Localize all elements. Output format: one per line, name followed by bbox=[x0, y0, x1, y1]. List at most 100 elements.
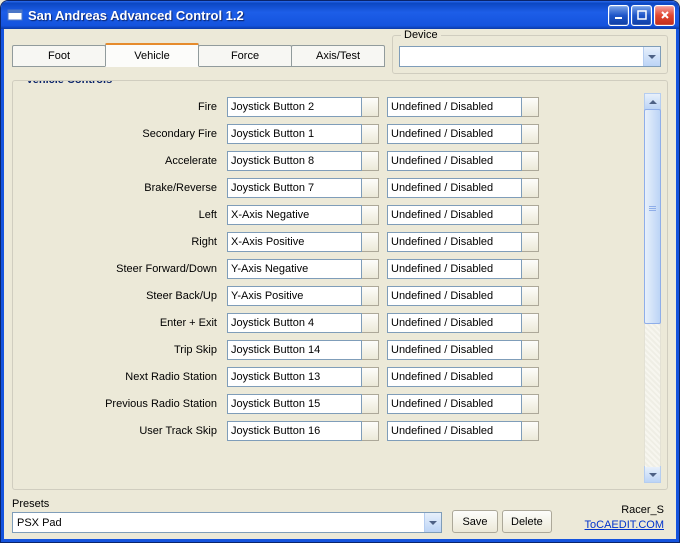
minimize-button[interactable] bbox=[608, 5, 629, 26]
device-label: Device bbox=[401, 29, 441, 41]
secondary-binding-field[interactable]: Undefined / Disabled bbox=[387, 367, 522, 387]
control-row: Fire Joystick Button 2 Undefined / Disable… bbox=[19, 93, 644, 120]
site-link[interactable]: ToCAEDIT.COM bbox=[585, 518, 664, 533]
window-buttons bbox=[608, 5, 675, 26]
primary-binding-field[interactable]: X-Axis Positive bbox=[227, 232, 362, 252]
control-label: Secondary Fire bbox=[19, 128, 219, 140]
clear-secondary-button[interactable] bbox=[522, 124, 539, 144]
clear-primary-button[interactable] bbox=[362, 394, 379, 414]
primary-binding-field[interactable]: Y-Axis Negative bbox=[227, 259, 362, 279]
secondary-binding-field[interactable]: Undefined / Disabled bbox=[387, 97, 522, 117]
control-row: User Track Skip Joystick Button 16 Undefin… bbox=[19, 417, 644, 444]
tab-strip: Foot Vehicle Force Axis/Test bbox=[12, 45, 384, 67]
scroll-down-button[interactable] bbox=[644, 466, 661, 483]
save-button[interactable]: Save bbox=[452, 510, 498, 533]
titlebar: San Andreas Advanced Control 1.2 bbox=[1, 1, 679, 29]
primary-binding-field[interactable]: Joystick Button 8 bbox=[227, 151, 362, 171]
secondary-binding-field[interactable]: Undefined / Disabled bbox=[387, 286, 522, 306]
secondary-binding-field[interactable]: Undefined / Disabled bbox=[387, 421, 522, 441]
clear-secondary-button[interactable] bbox=[522, 232, 539, 252]
clear-primary-button[interactable] bbox=[362, 205, 379, 225]
clear-secondary-button[interactable] bbox=[522, 178, 539, 198]
clear-primary-button[interactable] bbox=[362, 124, 379, 144]
chevron-down-icon[interactable] bbox=[643, 47, 660, 66]
client-area: Foot Vehicle Force Axis/Test Device Vehi… bbox=[1, 29, 679, 542]
delete-button[interactable]: Delete bbox=[502, 510, 552, 533]
secondary-binding-field[interactable]: Undefined / Disabled bbox=[387, 151, 522, 171]
control-label: Steer Back/Up bbox=[19, 290, 219, 302]
primary-binding-field[interactable]: Joystick Button 1 bbox=[227, 124, 362, 144]
secondary-binding-field[interactable]: Undefined / Disabled bbox=[387, 394, 522, 414]
primary-binding-field[interactable]: Joystick Button 13 bbox=[227, 367, 362, 387]
author-label: Racer_S bbox=[585, 503, 664, 518]
clear-secondary-button[interactable] bbox=[522, 97, 539, 117]
vertical-scrollbar[interactable] bbox=[644, 93, 661, 483]
secondary-binding-field[interactable]: Undefined / Disabled bbox=[387, 313, 522, 333]
clear-secondary-button[interactable] bbox=[522, 151, 539, 171]
primary-binding-field[interactable]: X-Axis Negative bbox=[227, 205, 362, 225]
clear-secondary-button[interactable] bbox=[522, 259, 539, 279]
control-row: Brake/Reverse Joystick Button 7 Undefined … bbox=[19, 174, 644, 201]
close-button[interactable] bbox=[654, 5, 675, 26]
window-title: San Andreas Advanced Control 1.2 bbox=[28, 8, 608, 23]
primary-binding-field[interactable]: Joystick Button 2 bbox=[227, 97, 362, 117]
clear-secondary-button[interactable] bbox=[522, 340, 539, 360]
control-row: Secondary Fire Joystick Button 1 Undefined… bbox=[19, 120, 644, 147]
secondary-binding-field[interactable]: Undefined / Disabled bbox=[387, 178, 522, 198]
clear-primary-button[interactable] bbox=[362, 421, 379, 441]
control-row: Steer Forward/Down Y-Axis Negative Undefin… bbox=[19, 255, 644, 282]
secondary-binding-field[interactable]: Undefined / Disabled bbox=[387, 232, 522, 252]
primary-binding-field[interactable]: Joystick Button 15 bbox=[227, 394, 362, 414]
control-row: Trip Skip Joystick Button 14 Undefined / D… bbox=[19, 336, 644, 363]
clear-secondary-button[interactable] bbox=[522, 394, 539, 414]
primary-binding-field[interactable]: Joystick Button 14 bbox=[227, 340, 362, 360]
presets-value: PSX Pad bbox=[13, 517, 424, 529]
secondary-binding-field[interactable]: Undefined / Disabled bbox=[387, 259, 522, 279]
primary-binding-field[interactable]: Joystick Button 7 bbox=[227, 178, 362, 198]
control-label: User Track Skip bbox=[19, 425, 219, 437]
vehicle-controls-group: Vehicle Controls FireJoystick Button 2Un… bbox=[12, 80, 668, 490]
clear-secondary-button[interactable] bbox=[522, 421, 539, 441]
primary-binding-field[interactable]: Y-Axis Positive bbox=[227, 286, 362, 306]
clear-primary-button[interactable] bbox=[362, 178, 379, 198]
clear-primary-button[interactable] bbox=[362, 286, 379, 306]
control-row: AccelerateJoystick Button 8Undefined / D… bbox=[19, 147, 644, 174]
chevron-down-icon[interactable] bbox=[424, 513, 441, 532]
device-combobox[interactable] bbox=[399, 46, 661, 67]
top-row: Foot Vehicle Force Axis/Test Device bbox=[12, 35, 668, 74]
clear-secondary-button[interactable] bbox=[522, 367, 539, 387]
control-label: Brake/Reverse bbox=[19, 182, 219, 194]
control-row: Next Radio Station Joystick Button 13 Unde… bbox=[19, 363, 644, 390]
clear-primary-button[interactable] bbox=[362, 313, 379, 333]
app-window: San Andreas Advanced Control 1.2 Foot Ve… bbox=[0, 0, 680, 543]
clear-primary-button[interactable] bbox=[362, 151, 379, 171]
control-label: Next Radio Station bbox=[19, 371, 219, 383]
scroll-up-button[interactable] bbox=[644, 93, 661, 110]
presets-combobox[interactable]: PSX Pad bbox=[12, 512, 442, 533]
scroll-thumb[interactable] bbox=[644, 109, 661, 324]
bottom-bar: Presets PSX Pad Save Delete Racer_S ToCA… bbox=[12, 498, 668, 533]
clear-primary-button[interactable] bbox=[362, 97, 379, 117]
clear-primary-button[interactable] bbox=[362, 340, 379, 360]
control-label: Fire bbox=[19, 101, 219, 113]
secondary-binding-field[interactable]: Undefined / Disabled bbox=[387, 124, 522, 144]
clear-secondary-button[interactable] bbox=[522, 205, 539, 225]
secondary-binding-field[interactable]: Undefined / Disabled bbox=[387, 205, 522, 225]
tab-vehicle[interactable]: Vehicle bbox=[105, 43, 199, 67]
maximize-button[interactable] bbox=[631, 5, 652, 26]
tab-foot[interactable]: Foot bbox=[12, 45, 106, 67]
scroll-track[interactable] bbox=[645, 109, 660, 467]
tab-force[interactable]: Force bbox=[198, 45, 292, 67]
primary-binding-field[interactable]: Joystick Button 16 bbox=[227, 421, 362, 441]
primary-binding-field[interactable]: Joystick Button 4 bbox=[227, 313, 362, 333]
clear-secondary-button[interactable] bbox=[522, 313, 539, 333]
control-label: Trip Skip bbox=[19, 344, 219, 356]
clear-secondary-button[interactable] bbox=[522, 286, 539, 306]
secondary-binding-field[interactable]: Undefined / Disabled bbox=[387, 340, 522, 360]
control-label: Steer Forward/Down bbox=[19, 263, 219, 275]
clear-primary-button[interactable] bbox=[362, 232, 379, 252]
control-row: LeftX-Axis NegativeUndefined / Disabled bbox=[19, 201, 644, 228]
tab-axistest[interactable]: Axis/Test bbox=[291, 45, 385, 67]
clear-primary-button[interactable] bbox=[362, 367, 379, 387]
clear-primary-button[interactable] bbox=[362, 259, 379, 279]
